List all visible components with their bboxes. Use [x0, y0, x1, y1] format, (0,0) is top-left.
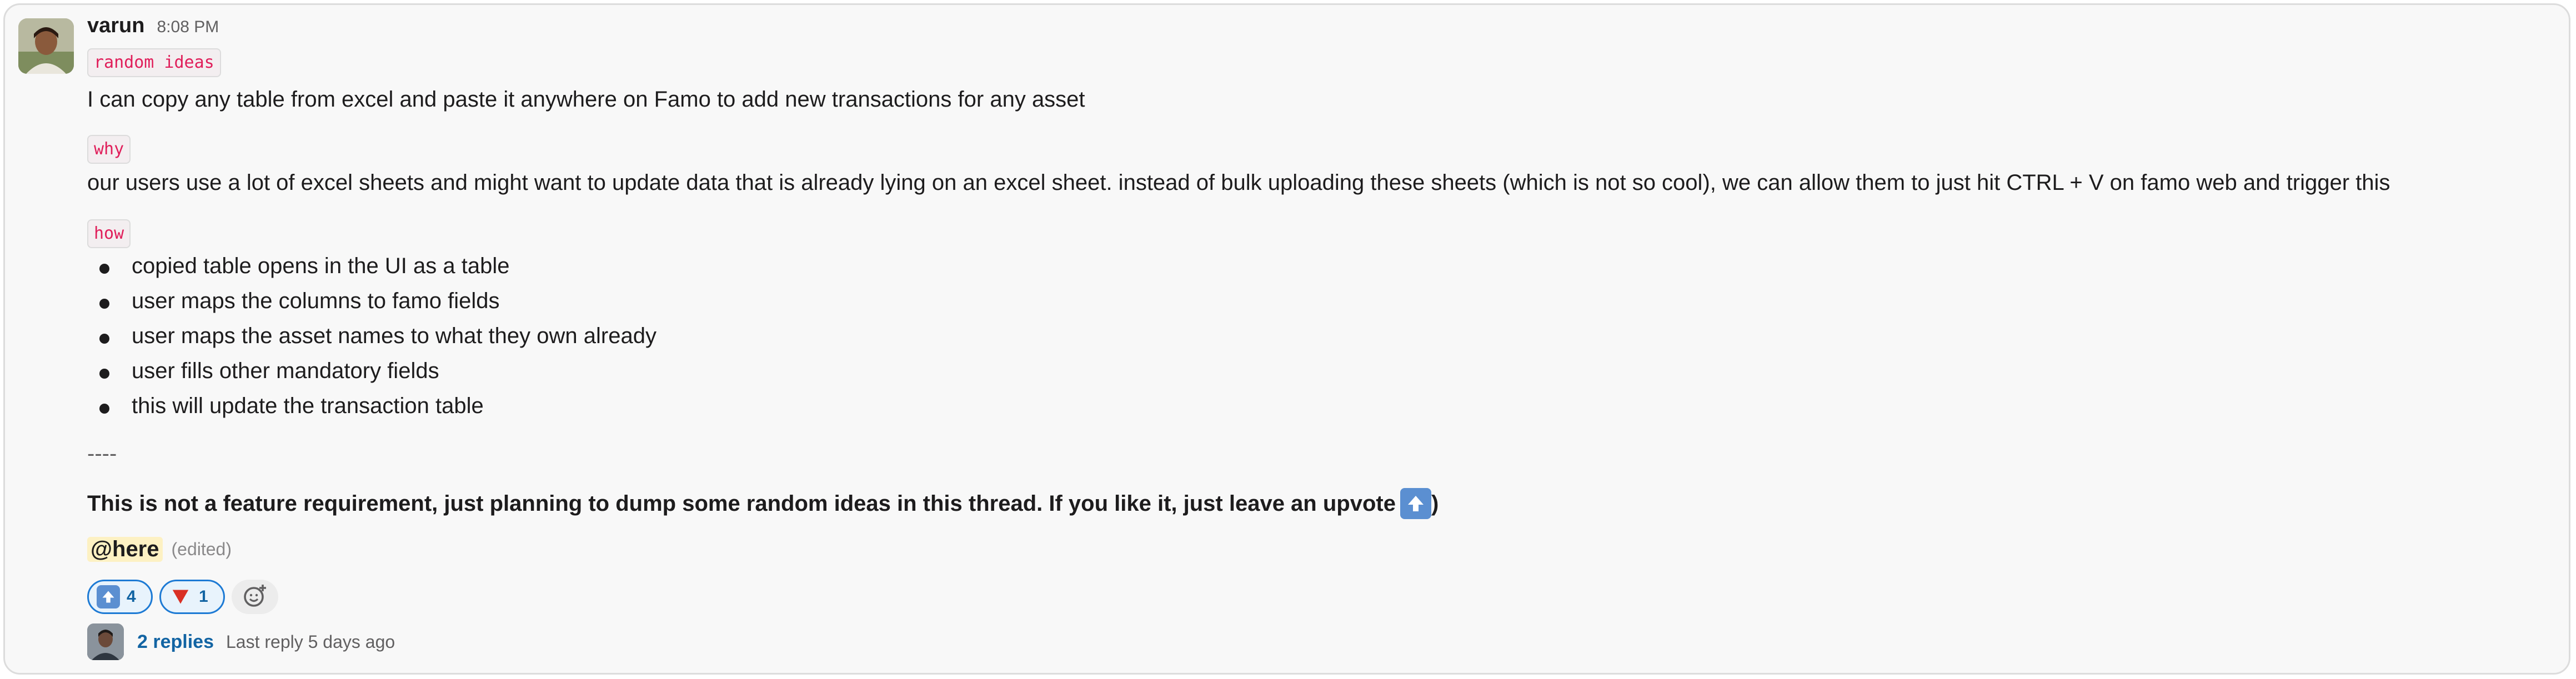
add-reaction-button[interactable] [232, 580, 278, 614]
bold-note-close: ) [1431, 491, 1439, 516]
here-mention[interactable]: @here [87, 537, 163, 562]
list-item: user fills other mandatory fields [87, 359, 439, 384]
list-item: user maps the asset names to what they o… [87, 324, 656, 349]
list-item: user maps the columns to famo fields [87, 289, 500, 314]
reaction-count: 1 [199, 587, 208, 606]
red-triangle-down-icon [169, 585, 192, 608]
bullet-icon [99, 369, 109, 379]
reaction-downvote[interactable]: 1 [159, 580, 225, 614]
bullet-icon [99, 404, 109, 414]
separator: ---- [87, 441, 117, 466]
tag-why: why [87, 135, 131, 164]
bullet-icon [99, 299, 109, 309]
why-text: our users use a lot of excel sheets and … [87, 170, 2390, 195]
bold-note: This is not a feature requirement, just … [87, 488, 1439, 519]
reaction-upvote[interactable]: 4 [87, 580, 153, 614]
add-emoji-icon [242, 582, 268, 612]
bold-note-text: This is not a feature requirement, just … [87, 491, 1396, 516]
list-item: this will update the transaction table [87, 394, 484, 419]
tag-how: how [87, 219, 131, 248]
list-item: copied table opens in the UI as a table [87, 254, 509, 279]
user-avatar[interactable] [18, 18, 74, 74]
tag-random-ideas: random ideas [87, 48, 221, 77]
last-reply-time: Last reply 5 days ago [225, 631, 395, 652]
bullet-icon [99, 264, 109, 274]
thread-replies[interactable]: 2 replies Last reply 5 days ago [87, 623, 395, 661]
bullet-icon [99, 334, 109, 344]
arrow-up-icon [97, 585, 120, 608]
arrow-up-icon [1400, 488, 1431, 519]
message-line-1: I can copy any table from excel and past… [87, 87, 1085, 112]
username[interactable]: varun [87, 14, 144, 38]
edited-label: (edited) [171, 539, 232, 559]
reply-avatar[interactable] [87, 623, 124, 660]
reaction-count: 4 [127, 587, 136, 606]
reply-count-link[interactable]: 2 replies [137, 631, 214, 653]
timestamp[interactable]: 8:08 PM [157, 18, 219, 37]
message-card: varun 8:08 PM random ideas I can copy an… [3, 3, 2570, 675]
